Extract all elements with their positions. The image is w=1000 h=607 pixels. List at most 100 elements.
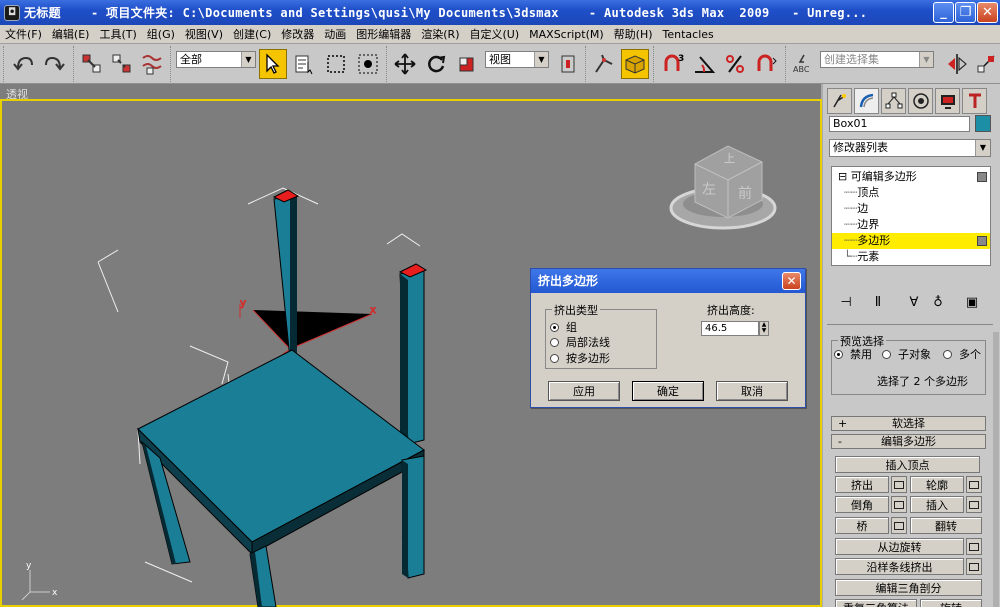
mirror-icon[interactable] [943, 49, 971, 79]
named-selection-input[interactable]: 创建选择集 ▼ [820, 51, 934, 68]
menu-animation[interactable]: 动画 [319, 26, 351, 42]
minimize-button[interactable]: _ [933, 2, 954, 23]
undo-icon[interactable] [10, 49, 38, 79]
stack-item-polygon[interactable]: ┈┈多边形 [832, 233, 990, 249]
rectangular-selection-icon[interactable] [322, 49, 350, 79]
motion-tab-icon[interactable] [908, 88, 933, 114]
stack-item-edge[interactable]: ┈┈边 [832, 201, 990, 217]
toolbar-grip[interactable] [3, 46, 9, 82]
object-name-field[interactable]: Box01 [829, 116, 970, 132]
ok-button[interactable]: 确定 [632, 381, 704, 401]
chair-model[interactable] [137, 189, 428, 607]
menu-group[interactable]: 组(G) [142, 26, 180, 42]
maximize-button[interactable]: ❐ [955, 2, 976, 23]
viewcube-left-label[interactable]: 左 [702, 182, 716, 198]
align-icon[interactable] [972, 49, 1000, 79]
pin-stack-icon[interactable]: ⊣ [837, 292, 855, 312]
menu-tools[interactable]: 工具(T) [94, 26, 141, 42]
extrude-settings-icon[interactable] [891, 476, 907, 493]
menu-customize[interactable]: 自定义(U) [465, 26, 525, 42]
radio-subobject[interactable]: 子对象 [882, 347, 931, 361]
make-unique-icon[interactable]: ∀ [905, 292, 923, 312]
percent-snap-icon[interactable] [721, 49, 749, 79]
radio-multi[interactable]: 多个 [943, 347, 981, 361]
flip-button[interactable]: 翻转 [910, 517, 982, 534]
extrude-along-spline-button[interactable]: 沿样条线挤出 [835, 558, 964, 575]
apply-button[interactable]: 应用 [548, 381, 620, 401]
reference-coordinate-dropdown[interactable]: 视图 ▼ [485, 51, 549, 68]
stack-item-editable-poly[interactable]: ⊟ 可编辑多边形 [832, 169, 990, 185]
menu-edit[interactable]: 编辑(E) [47, 26, 95, 42]
dialog-title[interactable]: 挤出多边形 [531, 269, 805, 293]
spinner-snap-icon[interactable] [752, 49, 780, 79]
radio-dot[interactable] [943, 349, 952, 359]
modifier-list-dropdown[interactable]: 修改器列表 ▼ [829, 139, 991, 157]
extrude-along-spline-settings-icon[interactable] [966, 558, 982, 575]
radio-dot-selected[interactable] [834, 349, 843, 359]
menu-views[interactable]: 视图(V) [180, 26, 228, 42]
bind-to-space-warp-icon[interactable] [138, 49, 166, 79]
pivot-center-icon[interactable] [554, 49, 582, 79]
radio-dot[interactable] [550, 337, 559, 347]
bridge-settings-icon[interactable] [891, 517, 907, 534]
stack-item-vertex[interactable]: ┈┈顶点 [832, 185, 990, 201]
edit-named-selection-icon[interactable]: ABC [790, 49, 818, 79]
spinner-arrows-icon[interactable]: ▲ ▼ [759, 321, 769, 336]
select-by-name-icon[interactable] [291, 49, 319, 79]
radio-dot[interactable] [550, 353, 559, 363]
window-crossing-icon[interactable] [354, 49, 382, 79]
3dsmax-icon[interactable]: ◘ [4, 4, 20, 21]
viewcube-front-label[interactable]: 前 [738, 185, 752, 202]
menu-graph-editors[interactable]: 图形编辑器 [351, 26, 416, 42]
select-and-link-icon[interactable] [78, 49, 106, 79]
selection-filter-dropdown[interactable]: 全部 ▼ [176, 51, 256, 68]
select-object-icon[interactable] [259, 49, 287, 79]
scale-icon[interactable] [453, 49, 481, 79]
stack-item-border[interactable]: ┈┈边界 [832, 217, 990, 233]
retriangulate-button[interactable]: 重复三角算法 [835, 599, 917, 607]
display-tab-icon[interactable] [935, 88, 960, 114]
bevel-settings-icon[interactable] [891, 496, 907, 513]
hinge-from-edge-button[interactable]: 从边旋转 [835, 538, 964, 555]
hierarchy-tab-icon[interactable] [881, 88, 906, 114]
stack-item-element[interactable]: └┈元素 [832, 249, 990, 265]
close-button[interactable]: ✕ [977, 2, 998, 23]
show-end-result-icon[interactable]: Ⅱ [869, 292, 887, 312]
outline-button[interactable]: 轮廓 [910, 476, 964, 493]
radio-dot-selected[interactable] [550, 322, 559, 332]
edit-polygons-rollout[interactable]: - 编辑多边形 [831, 434, 986, 449]
configure-modifier-sets-icon[interactable]: ▣ [963, 292, 981, 312]
radio-group[interactable]: 组 [550, 320, 577, 334]
extrusion-height-input[interactable]: 46.5 [701, 321, 759, 336]
insert-vertex-button[interactable]: 插入顶点 [835, 456, 980, 473]
object-color-swatch[interactable] [975, 115, 991, 132]
viewcube[interactable]: 上 前 左 [669, 145, 777, 230]
radio-local-normal[interactable]: 局部法线 [550, 335, 610, 349]
radio-by-polygon[interactable]: 按多边形 [550, 351, 610, 365]
menu-help[interactable]: 帮助(H) [609, 26, 658, 42]
menu-tentacles[interactable]: Tentacles [658, 28, 719, 41]
remove-modifier-icon[interactable]: ♁ [929, 292, 947, 312]
inset-button[interactable]: 插入 [910, 496, 964, 513]
redo-icon[interactable] [40, 49, 68, 79]
bridge-button[interactable]: 桥 [835, 517, 889, 534]
modify-tab-icon[interactable] [854, 88, 879, 114]
keyboard-shortcut-override-icon[interactable] [621, 49, 649, 79]
unlink-selection-icon[interactable] [108, 49, 136, 79]
snaps-toggle-icon[interactable]: 3 [659, 49, 687, 79]
extrude-button[interactable]: 挤出 [835, 476, 889, 493]
menu-maxscript[interactable]: MAXScript(M) [524, 28, 609, 41]
panel-scrollbar[interactable] [993, 332, 999, 607]
menu-rendering[interactable]: 渲染(R) [416, 26, 464, 42]
hinge-settings-icon[interactable] [966, 538, 982, 555]
viewcube-top-label[interactable]: 上 [724, 152, 735, 165]
outline-settings-icon[interactable] [966, 476, 982, 493]
edit-triangulation-button[interactable]: 编辑三角剖分 [835, 579, 982, 596]
create-tab-icon[interactable] [827, 88, 852, 114]
radio-disable[interactable]: 禁用 [834, 347, 872, 361]
utilities-tab-icon[interactable] [962, 88, 987, 114]
move-icon[interactable] [391, 49, 419, 79]
angle-snap-icon[interactable] [690, 49, 718, 79]
turn-button[interactable]: 旋转 [920, 599, 982, 607]
bevel-button[interactable]: 倒角 [835, 496, 889, 513]
